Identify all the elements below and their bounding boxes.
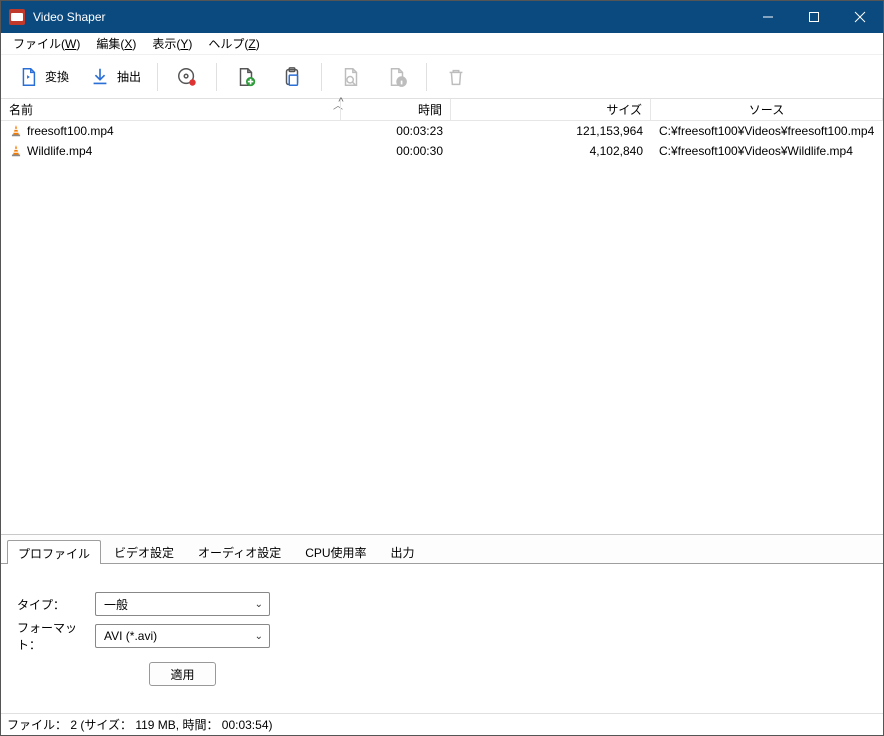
file-size: 4,102,840	[451, 144, 651, 158]
burn-disc-icon	[176, 66, 198, 88]
chevron-down-icon: ⌄	[255, 599, 263, 610]
file-type-icon	[9, 124, 23, 138]
menu-help[interactable]: ヘルプ(Z)	[200, 33, 267, 54]
apply-button[interactable]: 適用	[149, 662, 215, 686]
file-time: 00:00:30	[341, 144, 451, 158]
paste-icon	[281, 66, 303, 88]
toolbar-separator	[157, 63, 158, 91]
file-name: freesoft100.mp4	[27, 124, 114, 138]
file-info-button[interactable]	[374, 59, 420, 95]
paste-button[interactable]	[269, 59, 315, 95]
file-size: 121,153,964	[451, 124, 651, 138]
column-header-source[interactable]: ソース	[651, 99, 883, 120]
title-bar: Video Shaper	[1, 1, 883, 33]
tab-panel-profile: タイプ： 一般 ⌄ フォーマット： AVI (*.avi) ⌄ 適用	[1, 563, 883, 713]
app-title: Video Shaper	[33, 10, 106, 24]
app-icon	[9, 9, 25, 25]
column-header-time[interactable]: 時間	[341, 99, 451, 120]
column-header-size[interactable]: サイズ	[451, 99, 651, 120]
list-header: 名前 時間 サイズ ソース	[1, 99, 883, 121]
menu-bar: ファイル(W) 編集(X) 表示(Y) ヘルプ(Z)	[1, 33, 883, 55]
menu-file[interactable]: ファイル(W)	[5, 33, 88, 54]
burn-disc-button[interactable]	[164, 59, 210, 95]
minimize-button[interactable]	[745, 1, 791, 33]
toolbar-separator	[321, 63, 322, 91]
file-list[interactable]: freesoft100.mp4 00:03:23 121,153,964 C:¥…	[1, 121, 883, 534]
convert-button[interactable]: 変換	[7, 59, 79, 95]
status-text: ファイル： 2 (サイズ： 119 MB, 時間： 00:03:54)	[7, 716, 273, 733]
preview-icon	[340, 66, 362, 88]
tab-output[interactable]: 出力	[380, 539, 426, 563]
file-source: C:¥freesoft100¥Videos¥Wildlife.mp4	[651, 144, 883, 158]
delete-icon	[445, 66, 467, 88]
status-bar: ファイル： 2 (サイズ： 119 MB, 時間： 00:03:54)	[1, 713, 883, 735]
extract-label: 抽出	[117, 68, 141, 85]
menu-view[interactable]: 表示(Y)	[144, 33, 200, 54]
format-value: AVI (*.avi)	[104, 629, 157, 643]
tab-profile[interactable]: プロファイル	[7, 540, 101, 564]
delete-button[interactable]	[433, 59, 479, 95]
toolbar-separator	[216, 63, 217, 91]
file-type-icon	[9, 144, 23, 158]
file-time: 00:03:23	[341, 124, 451, 138]
column-header-name[interactable]: 名前	[1, 99, 341, 120]
menu-edit[interactable]: 編集(X)	[88, 33, 144, 54]
chevron-down-icon: ⌄	[255, 631, 263, 642]
convert-icon	[17, 66, 39, 88]
type-value: 一般	[104, 596, 128, 613]
tab-video[interactable]: ビデオ設定	[103, 539, 185, 563]
table-row[interactable]: Wildlife.mp4 00:00:30 4,102,840 C:¥frees…	[1, 141, 883, 161]
tab-cpu[interactable]: CPU使用率	[294, 539, 377, 563]
maximize-button[interactable]	[791, 1, 837, 33]
format-select[interactable]: AVI (*.avi) ⌄	[95, 624, 270, 648]
type-select[interactable]: 一般 ⌄	[95, 592, 270, 616]
settings-panel: プロファイル ビデオ設定 オーディオ設定 CPU使用率 出力 タイプ： 一般 ⌄…	[1, 534, 883, 713]
file-name: Wildlife.mp4	[27, 144, 92, 158]
tab-audio[interactable]: オーディオ設定	[187, 539, 292, 563]
type-label: タイプ：	[17, 596, 95, 613]
extract-button[interactable]: 抽出	[79, 59, 151, 95]
preview-button[interactable]	[328, 59, 374, 95]
table-row[interactable]: freesoft100.mp4 00:03:23 121,153,964 C:¥…	[1, 121, 883, 141]
format-label: フォーマット：	[17, 619, 95, 653]
tab-strip: プロファイル ビデオ設定 オーディオ設定 CPU使用率 出力	[1, 535, 883, 563]
add-file-icon	[235, 66, 257, 88]
toolbar: 変換 抽出	[1, 55, 883, 99]
extract-icon	[89, 66, 111, 88]
add-file-button[interactable]	[223, 59, 269, 95]
close-button[interactable]	[837, 1, 883, 33]
file-source: C:¥freesoft100¥Videos¥freesoft100.mp4	[651, 124, 883, 138]
convert-label: 変換	[45, 68, 69, 85]
toolbar-separator	[426, 63, 427, 91]
file-info-icon	[386, 66, 408, 88]
